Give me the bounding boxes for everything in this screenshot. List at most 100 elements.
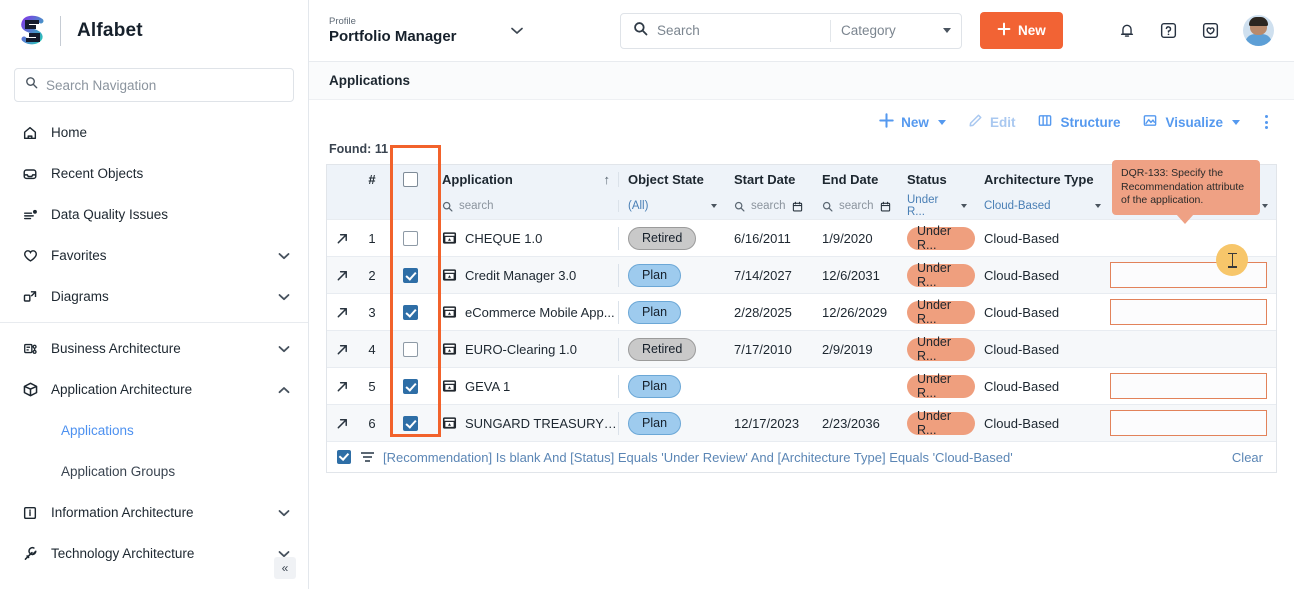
sidebar-item-business-architecture[interactable]: Business Architecture xyxy=(0,328,308,369)
sidebar-item-technology-architecture[interactable]: Technology Architecture xyxy=(0,533,308,574)
new-button-label: New xyxy=(1018,23,1046,38)
row-open-icon[interactable] xyxy=(327,269,357,282)
row-recommendation[interactable] xyxy=(1109,299,1276,325)
table-row[interactable]: 1CHEQUE 1.0Retired6/16/20111/9/2020Under… xyxy=(327,219,1276,256)
row-open-icon[interactable] xyxy=(327,417,357,430)
application-name: eCommerce Mobile App... xyxy=(465,305,615,320)
row-recommendation[interactable] xyxy=(1109,262,1276,288)
sidebar-item-application-groups[interactable]: Application Groups xyxy=(0,451,308,492)
calendar-icon[interactable] xyxy=(792,201,803,212)
filter-end-date[interactable]: search xyxy=(813,200,898,212)
row-checkbox[interactable] xyxy=(387,231,433,246)
sidebar-item-diagrams[interactable]: Diagrams xyxy=(0,276,308,317)
select-all-checkbox[interactable] xyxy=(387,172,433,187)
table-row[interactable]: 6SUNGARD TREASURY ...Plan12/17/20232/23/… xyxy=(327,404,1276,441)
structure-button[interactable]: Structure xyxy=(1037,113,1120,131)
row-checkbox[interactable] xyxy=(387,379,433,394)
visualize-button[interactable]: Visualize xyxy=(1142,113,1240,131)
new-record-button[interactable]: New xyxy=(879,113,946,131)
recommendation-input[interactable] xyxy=(1110,410,1267,436)
row-end-date: 2/23/2036 xyxy=(813,416,898,431)
sidebar-item-label: Technology Architecture xyxy=(51,546,278,561)
sidebar-item-application-architecture[interactable]: Application Architecture xyxy=(0,369,308,410)
row-open-icon[interactable] xyxy=(327,343,357,356)
row-recommendation[interactable] xyxy=(1109,410,1276,436)
chevron-down-icon xyxy=(278,289,290,304)
user-avatar[interactable] xyxy=(1243,15,1274,46)
row-checkbox[interactable] xyxy=(387,305,433,320)
table-row[interactable]: 4EURO-Clearing 1.0Retired7/17/20102/9/20… xyxy=(327,330,1276,367)
filter-application[interactable]: search xyxy=(433,200,618,212)
profile-selector[interactable]: Profile Portfolio Manager xyxy=(309,16,524,46)
row-start-date: 7/14/2027 xyxy=(725,268,813,283)
brand[interactable]: Alfabet xyxy=(0,0,308,62)
filter-enabled-checkbox[interactable] xyxy=(337,450,351,464)
wrench-icon xyxy=(22,545,44,562)
sidebar-item-label: Information Architecture xyxy=(51,505,278,520)
structure-icon xyxy=(1037,113,1053,131)
sidebar-item-recent-objects[interactable]: Recent Objects xyxy=(0,153,308,194)
inbox-icon xyxy=(22,166,44,182)
row-checkbox[interactable] xyxy=(387,268,433,283)
calendar-icon[interactable] xyxy=(880,201,891,212)
application-name: SUNGARD TREASURY ... xyxy=(465,416,618,431)
row-checkbox[interactable] xyxy=(387,342,433,357)
clear-filter-button[interactable]: Clear xyxy=(1232,450,1263,465)
table-row[interactable]: 5GEVA 1PlanUnder R...Cloud-Based xyxy=(327,367,1276,404)
sidebar-item-favorites[interactable]: Favorites xyxy=(0,235,308,276)
search-icon xyxy=(822,201,833,212)
row-architecture-type: Cloud-Based xyxy=(975,379,1109,394)
row-architecture-type: Cloud-Based xyxy=(975,231,1109,246)
checkbox-box xyxy=(403,268,418,283)
row-open-icon[interactable] xyxy=(327,380,357,393)
sidebar-item-home[interactable]: Home xyxy=(0,112,308,153)
sidebar-item-data-quality-issues[interactable]: Data Quality Issues xyxy=(0,194,308,235)
table-row[interactable]: 3eCommerce Mobile App...Plan2/28/202512/… xyxy=(327,293,1276,330)
sidebar-item-information-architecture[interactable]: Information Architecture xyxy=(0,492,308,533)
bookmark-heart-icon[interactable] xyxy=(1201,21,1220,40)
more-options-icon[interactable] xyxy=(1262,115,1271,129)
row-number: 1 xyxy=(357,231,387,246)
category-dropdown[interactable]: Category xyxy=(831,23,961,38)
col-application-header[interactable]: Application ↑ xyxy=(433,172,618,187)
collapse-sidebar-button[interactable]: « xyxy=(274,557,296,579)
pencil-icon xyxy=(968,113,983,131)
edit-button[interactable]: Edit xyxy=(968,113,1016,131)
application-name: EURO-Clearing 1.0 xyxy=(465,342,577,357)
breadcrumb: Applications xyxy=(309,62,1294,100)
row-open-icon[interactable] xyxy=(327,232,357,245)
top-bar: Profile Portfolio Manager Search Categor… xyxy=(309,0,1294,62)
col-start-date-header[interactable]: Start Date xyxy=(725,172,813,187)
col-status-header[interactable]: Status xyxy=(898,172,975,187)
row-architecture-type: Cloud-Based xyxy=(975,268,1109,283)
recommendation-input[interactable] xyxy=(1110,373,1267,399)
status-badge: Under R... xyxy=(907,227,975,250)
table-row[interactable]: 2Credit Manager 3.0Plan7/14/202712/6/203… xyxy=(327,256,1276,293)
col-end-date-header[interactable]: End Date xyxy=(813,172,898,187)
row-object-state: Plan xyxy=(618,264,725,287)
bell-icon[interactable] xyxy=(1118,21,1136,40)
row-architecture-type: Cloud-Based xyxy=(975,305,1109,320)
row-checkbox[interactable] xyxy=(387,416,433,431)
col-architecture-type-header[interactable]: Architecture Type xyxy=(975,172,1109,187)
sidebar-subitem-label: Application Groups xyxy=(61,464,175,479)
plus-icon xyxy=(879,113,894,131)
row-number: 2 xyxy=(357,268,387,283)
sidebar-item-applications[interactable]: Applications xyxy=(0,410,308,451)
nav-search-input[interactable]: Search Navigation xyxy=(14,68,294,102)
row-recommendation[interactable] xyxy=(1109,373,1276,399)
object-state-badge: Plan xyxy=(628,264,681,287)
help-icon[interactable] xyxy=(1159,21,1178,40)
row-number: 4 xyxy=(357,342,387,357)
row-open-icon[interactable] xyxy=(327,306,357,319)
global-search[interactable]: Search Category xyxy=(620,13,962,49)
filter-object-state[interactable]: (All) xyxy=(618,200,725,212)
new-button[interactable]: New xyxy=(980,12,1063,49)
filter-architecture-type[interactable]: Cloud-Based xyxy=(975,200,1109,212)
col-object-state-header[interactable]: Object State xyxy=(618,172,725,187)
row-object-state: Plan xyxy=(618,412,725,435)
recommendation-input[interactable] xyxy=(1110,299,1267,325)
filter-status[interactable]: Under R... xyxy=(898,194,975,218)
object-state-badge: Plan xyxy=(628,375,681,398)
filter-start-date[interactable]: search xyxy=(725,200,813,212)
